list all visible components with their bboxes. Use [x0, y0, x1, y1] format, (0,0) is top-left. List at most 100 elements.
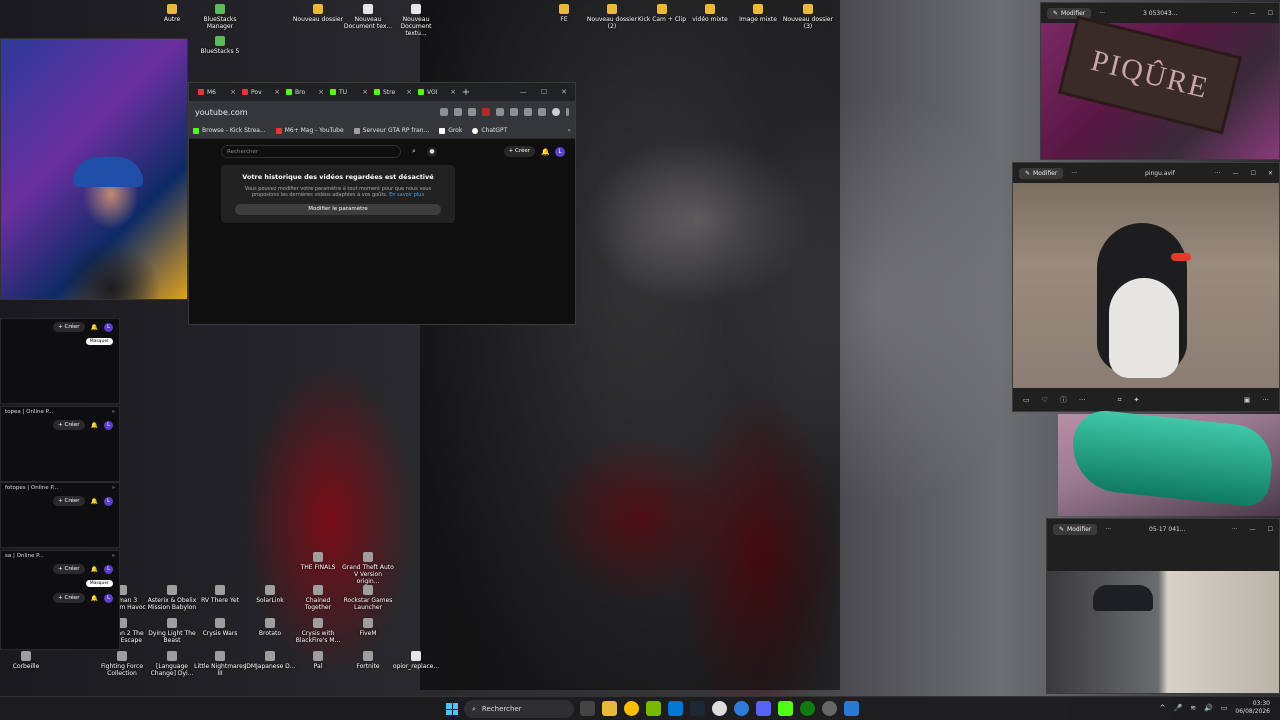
puzzle-icon[interactable] [496, 108, 504, 116]
desktop-icon-pal[interactable]: Pal [292, 651, 344, 670]
desktop-icon-fighting-force[interactable]: Fighting Force Collection [96, 651, 148, 677]
heart-icon[interactable]: ♡ [1042, 396, 1048, 404]
download-icon[interactable] [524, 108, 532, 116]
more-icon[interactable]: ··· [1099, 10, 1105, 17]
bell-icon[interactable]: 🔔 [91, 566, 98, 573]
edit-button[interactable]: ✎ Modifier [1053, 523, 1098, 535]
desktop-icon-rv-there-yet[interactable]: RV There Yet [194, 585, 246, 604]
taskbar-search[interactable]: ⌕ Rechercher [464, 700, 574, 718]
file-explorer-icon[interactable] [602, 701, 617, 716]
menu-icon[interactable] [566, 108, 569, 116]
desktop-icon-crysis-blackfire[interactable]: Crysis with BlackFire's M... [292, 618, 344, 644]
desktop-icon-fortnite[interactable]: Fortnite [342, 651, 394, 670]
desktop-icon-crysis-wars[interactable]: Crysis Wars [194, 618, 246, 637]
edge-icon[interactable] [734, 701, 749, 716]
kick-create-button[interactable]: + Créer [53, 420, 85, 430]
kick-icon[interactable] [778, 701, 793, 716]
info-icon[interactable]: ⓘ [1060, 395, 1067, 405]
desktop-icon-dying-light[interactable]: Dying Light The Beast [146, 618, 198, 644]
history-icon[interactable] [510, 108, 518, 116]
bell-icon[interactable]: 🔔 [541, 148, 550, 156]
modify-setting-button[interactable]: Modifier le paramètre [235, 204, 441, 215]
search-icon[interactable] [440, 108, 448, 116]
browser-tab[interactable]: TU × [327, 85, 371, 99]
desktop-icon-asterix[interactable]: Asterix & Obelix Mission Babylon [146, 585, 198, 611]
new-tab-button[interactable]: + [459, 87, 473, 98]
avatar[interactable]: L [104, 593, 113, 603]
more-icon[interactable]: ··· [1071, 170, 1077, 177]
kick-create-button[interactable]: + Créer [53, 322, 85, 332]
browser-tab[interactable]: VOI × [415, 85, 459, 99]
chevron-right-icon[interactable]: » [112, 553, 115, 559]
more-icon[interactable]: ··· [1079, 396, 1086, 404]
desktop-icon-little-nightmares[interactable]: Little Nightmares III [194, 651, 246, 677]
desktop-icon-nouveau-dossier-2[interactable]: Nouveau dossier (2) [586, 4, 638, 30]
photos-app-icon[interactable] [844, 701, 859, 716]
kick-create-button[interactable]: + Créer [53, 593, 85, 603]
minimize-icon[interactable]: — [1250, 526, 1256, 533]
desktop-icon-the-finals[interactable]: THE FINALS [292, 552, 344, 571]
desktop-icon-rockstar-launcher[interactable]: Rockstar Games Launcher [342, 585, 394, 611]
star-icon[interactable] [468, 108, 476, 116]
browser-tab[interactable]: Pov × [239, 85, 283, 99]
bookmark-item[interactable]: M6+ Mag - YouTube [275, 127, 344, 134]
microphone-icon[interactable]: ● [427, 146, 437, 157]
maximize-icon[interactable]: ☐ [1268, 526, 1273, 533]
minimize-icon[interactable]: — [1233, 170, 1239, 177]
bell-icon[interactable]: 🔔 [91, 422, 98, 429]
desktop-icon-chained-together[interactable]: Chained Together [292, 585, 344, 611]
close-tab-icon[interactable]: × [406, 88, 412, 96]
desktop-icon-gta-v[interactable]: Grand Theft Auto V Version origin... [342, 552, 394, 585]
xbox-icon[interactable] [800, 701, 815, 716]
bell-icon[interactable]: 🔔 [91, 498, 98, 505]
chevron-right-icon[interactable]: » [112, 409, 115, 415]
wifi-icon[interactable]: ≋ [1190, 704, 1196, 712]
desktop-icon-document-1[interactable]: Nouveau Document tex... [342, 4, 394, 30]
avatar[interactable]: L [104, 420, 113, 430]
desktop-icon-bluestacks5[interactable]: BlueStacks 5 [194, 36, 246, 55]
learn-more-link[interactable]: En savoir plus [389, 192, 424, 198]
more-icon[interactable]: ··· [1215, 170, 1221, 177]
desktop-icon-nouveau-dossier[interactable]: Nouveau dossier [292, 4, 344, 23]
chevron-right-icon[interactable]: » [112, 485, 115, 491]
desktop-icon-solarlink[interactable]: SolarLink [244, 585, 296, 604]
close-tab-icon[interactable]: × [450, 88, 456, 96]
desktop-icon-video-mixte[interactable]: vidéo mixte [684, 4, 736, 23]
avatar[interactable]: L [104, 496, 113, 506]
browser-tab[interactable]: Stre × [371, 85, 415, 99]
address-bar[interactable]: youtube.com [195, 108, 275, 117]
start-button[interactable] [446, 703, 458, 715]
more-icon[interactable]: ··· [1105, 526, 1111, 533]
create-button[interactable]: + Créer [503, 146, 535, 157]
minimize-icon[interactable]: — [520, 88, 527, 96]
enhance-icon[interactable]: ✦ [1134, 396, 1140, 404]
more-icon[interactable]: ··· [1262, 396, 1269, 404]
bookmark-item[interactable]: Browse - Kick Strea... [193, 127, 266, 134]
bookmark-item[interactable]: Serveur GTA RP fran... [353, 127, 429, 134]
ms-store-icon[interactable] [668, 701, 683, 716]
close-tab-icon[interactable]: × [362, 88, 368, 96]
desktop-icon-nouveau-dossier-3[interactable]: Nouveau dossier (3) [782, 4, 834, 30]
desktop-icon-document-2[interactable]: Nouveau Document textu... [390, 4, 442, 37]
close-tab-icon[interactable]: × [274, 88, 280, 96]
avatar[interactable]: L [104, 564, 113, 574]
minimize-icon[interactable]: — [1250, 10, 1256, 17]
desktop-icon-language-change[interactable]: [Language Change] Dyi... [146, 651, 198, 677]
desktop-icon-kick-cam[interactable]: Kick Cam + Clip [636, 4, 688, 23]
extension-icon[interactable] [482, 108, 490, 116]
browser-tab[interactable]: Bro × [283, 85, 327, 99]
bell-icon[interactable]: 🔔 [91, 324, 98, 331]
crop-icon[interactable]: ⌗ [1118, 396, 1122, 405]
battery-icon[interactable]: ▭ [1221, 704, 1228, 712]
fullscreen-icon[interactable]: ▣ [1244, 396, 1251, 404]
chevron-right-icon[interactable]: » [567, 127, 571, 134]
search-input[interactable]: Rechercher [221, 145, 401, 158]
masquer-button[interactable]: Masquer [85, 580, 113, 587]
desktop-icon-fivem[interactable]: FiveM [342, 618, 394, 637]
desktop-icon-autre[interactable]: Autre [146, 4, 198, 23]
close-icon[interactable]: ✕ [561, 88, 567, 96]
close-icon[interactable]: ✕ [1268, 170, 1273, 177]
task-view-icon[interactable] [580, 701, 595, 716]
bell-icon[interactable]: 🔔 [91, 595, 98, 602]
nvidia-icon[interactable] [646, 701, 661, 716]
